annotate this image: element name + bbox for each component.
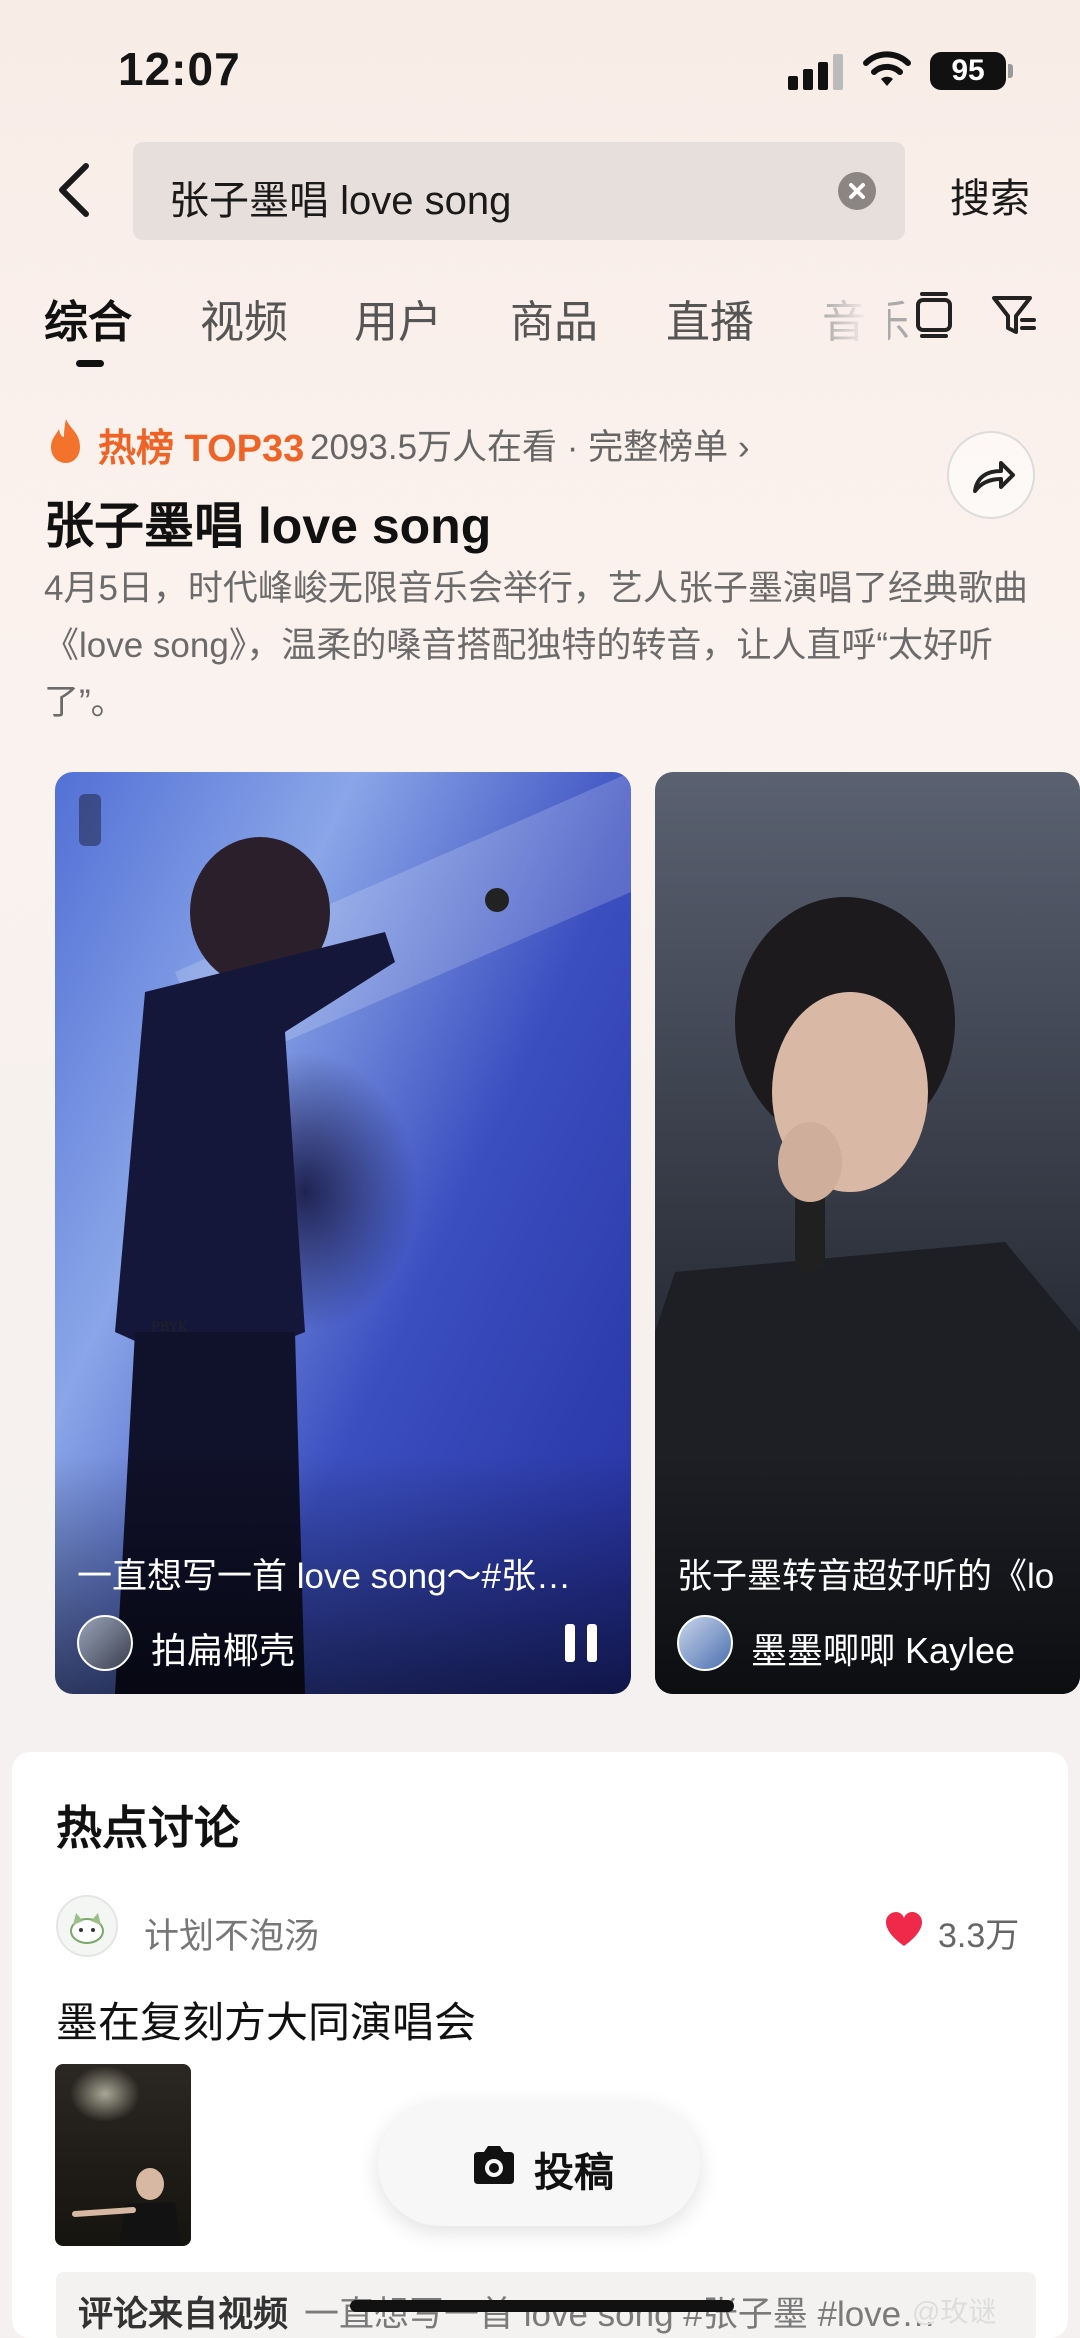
avatar[interactable] <box>77 1615 133 1671</box>
cat-avatar-icon <box>70 1913 104 1944</box>
video-caption: 一直想写一首 love song～#张… <box>77 1557 572 1596</box>
topic-description: 4月5日，时代峰峻无限音乐会举行，艺人张子墨演唱了经典歌曲《love song》… <box>44 569 1028 722</box>
hot-rank-meta[interactable]: 2093.5万人在看 · 完整榜单 › <box>310 419 750 470</box>
tab-fade <box>822 282 888 352</box>
tab-products[interactable]: 商品 <box>510 286 598 350</box>
battery-icon: 95 <box>930 52 1006 90</box>
hot-rank-badge: 热榜 TOP33 <box>98 428 305 470</box>
clear-icon[interactable] <box>838 172 876 210</box>
camera-icon <box>474 2146 514 2184</box>
section-title: 热点讨论 <box>56 1802 240 1854</box>
avatar[interactable] <box>56 1895 118 1957</box>
post-thumbnail[interactable] <box>55 2064 191 2246</box>
flame-icon <box>51 419 80 463</box>
video-caption: 张子墨转音超好听的《lo <box>677 1557 1055 1596</box>
cellular-signal-icon <box>788 54 844 90</box>
submit-post-button[interactable]: 投稿 <box>378 2102 700 2226</box>
filter-icon[interactable] <box>990 290 1038 340</box>
video-author[interactable]: 拍扁椰壳 <box>151 1622 295 1674</box>
comment-source-label: 评论来自视频 <box>78 2295 289 2334</box>
battery-tip <box>1008 64 1013 78</box>
post-author[interactable]: 计划不泡汤 <box>144 1908 319 1959</box>
like-count: 3.3万 <box>938 1917 1020 1955</box>
tab-videos[interactable]: 视频 <box>200 286 288 350</box>
pause-icon[interactable] <box>565 1624 599 1662</box>
home-indicator[interactable] <box>350 2300 734 2312</box>
status-bar: 12:07 95 <box>0 0 1080 140</box>
status-time: 12:07 <box>118 43 241 95</box>
video-author[interactable]: 墨墨唧唧 Kaylee <box>751 1622 1015 1674</box>
share-button[interactable] <box>947 431 1035 519</box>
source-watermark: @玫谜 <box>912 2296 997 2327</box>
hot-rank-row[interactable]: 热榜 TOP33 2093.5万人在看 · 完整榜单 › <box>46 415 846 470</box>
wifi-icon <box>863 51 911 86</box>
video-watermark: PBYK <box>151 1320 188 1335</box>
video-tag-chip <box>79 794 101 846</box>
back-arrow-icon[interactable] <box>48 158 104 222</box>
layout-toggle-icon[interactable] <box>910 290 958 340</box>
post-title[interactable]: 墨在复刻方大同演唱会 <box>56 1989 476 2050</box>
search-input[interactable]: 张子墨唱 love song <box>133 142 905 240</box>
tab-live[interactable]: 直播 <box>666 286 754 350</box>
avatar[interactable] <box>677 1615 733 1671</box>
share-icon <box>973 461 1015 493</box>
video-card[interactable]: 张子墨转音超好听的《lo 墨墨唧唧 Kaylee <box>655 772 1080 1694</box>
hot-discussion-panel: 热点讨论 计划不泡汤 3.3万 墨在复刻方大同演唱会 评论来自视频 一直想写一首 … <box>12 1752 1068 2338</box>
search-query-text: 张子墨唱 love song <box>169 179 512 223</box>
search-button[interactable]: 搜索 <box>950 166 1030 224</box>
active-tab-indicator <box>76 360 104 367</box>
submit-label: 投稿 <box>534 2151 614 2195</box>
tab-users[interactable]: 用户 <box>354 286 442 350</box>
result-tabs: 综合 视频 用户 商品 直播 音乐 <box>0 282 1080 372</box>
tab-all[interactable]: 综合 <box>44 286 132 350</box>
topic-title[interactable]: 张子墨唱 love song <box>44 486 491 558</box>
video-card[interactable]: PBYK 一直想写一首 love song～#张… 拍扁椰壳 <box>55 772 631 1694</box>
heart-icon[interactable] <box>884 1910 924 1948</box>
